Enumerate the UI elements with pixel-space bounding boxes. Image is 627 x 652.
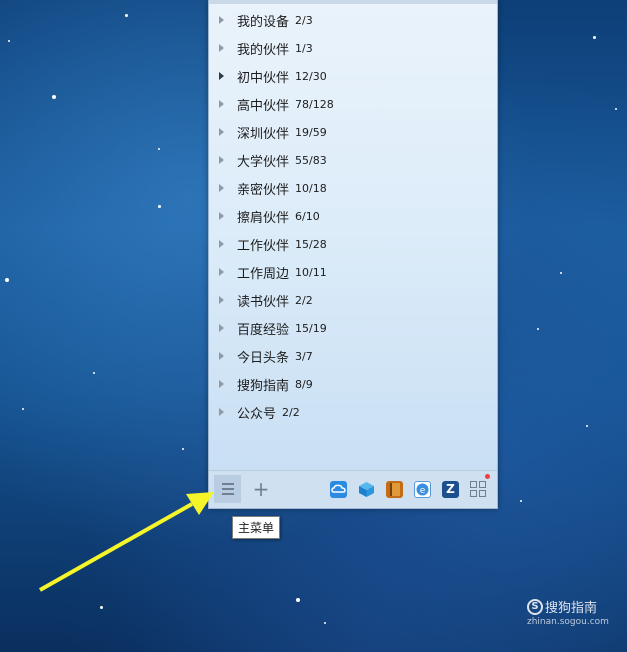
group-name: 擦肩伙伴 xyxy=(237,210,290,226)
panel-top-border xyxy=(209,0,497,4)
contact-group[interactable]: 大学伙伴 55/83 xyxy=(209,146,497,174)
expand-arrow-icon xyxy=(219,72,224,80)
star xyxy=(22,408,24,410)
plus-icon: + xyxy=(252,477,270,501)
contact-group[interactable]: 亲密伙伴 10/18 xyxy=(209,174,497,202)
star xyxy=(520,500,522,502)
cube-app-icon[interactable] xyxy=(358,481,375,498)
star xyxy=(5,278,9,282)
book-icon[interactable] xyxy=(386,481,403,498)
group-name: 高中伙伴 xyxy=(237,98,290,114)
main-menu-button[interactable] xyxy=(214,475,241,503)
contact-group[interactable]: 读书伙伴 2/2 xyxy=(209,286,497,314)
add-button[interactable]: + xyxy=(249,475,273,503)
star xyxy=(100,606,103,609)
contact-group[interactable]: 高中伙伴 78/128 xyxy=(209,90,497,118)
star xyxy=(615,108,617,110)
group-name: 初中伙伴 xyxy=(237,70,290,86)
notification-dot xyxy=(485,474,490,479)
star xyxy=(593,36,596,39)
group-count: 10/11 xyxy=(295,265,327,279)
group-name: 亲密伙伴 xyxy=(237,182,290,198)
star xyxy=(8,40,10,42)
group-count: 15/19 xyxy=(295,321,327,335)
contact-group[interactable]: 深圳伙伴 19/59 xyxy=(209,118,497,146)
expand-arrow-icon xyxy=(219,380,224,388)
bottom-toolbar: + e Z xyxy=(209,470,497,508)
contact-group[interactable]: 今日头条 3/7 xyxy=(209,342,497,370)
star xyxy=(125,14,128,17)
expand-arrow-icon xyxy=(219,128,224,136)
watermark-url: zhinan.sogou.com xyxy=(527,617,609,627)
contact-panel: 我的设备 2/3 我的伙伴 1/3 初中伙伴 12/30 高中伙伴 78/128 深圳伙伴 19/… xyxy=(208,0,498,509)
group-count: 2/2 xyxy=(282,405,300,419)
group-count: 19/59 xyxy=(295,125,327,139)
group-name: 大学伙伴 xyxy=(237,154,290,170)
expand-arrow-icon xyxy=(219,100,224,108)
group-name: 搜狗指南 xyxy=(237,378,290,394)
z-app-icon[interactable]: Z xyxy=(442,481,459,498)
group-name: 读书伙伴 xyxy=(237,294,290,310)
browser-icon[interactable]: e xyxy=(414,481,431,498)
star xyxy=(560,272,562,274)
group-count: 3/7 xyxy=(295,349,313,363)
star xyxy=(52,95,56,99)
group-count: 78/128 xyxy=(295,97,334,111)
expand-arrow-icon xyxy=(219,156,224,164)
main-menu-tooltip: 主菜单 xyxy=(232,516,281,539)
expand-arrow-icon xyxy=(219,240,224,248)
group-count: 12/30 xyxy=(295,69,327,83)
star xyxy=(537,328,539,330)
group-name: 公众号 xyxy=(237,406,277,422)
star xyxy=(182,448,184,450)
expand-arrow-icon xyxy=(219,212,224,220)
contact-group[interactable]: 我的伙伴 1/3 xyxy=(209,34,497,62)
star xyxy=(158,148,160,150)
contact-group[interactable]: 工作伙伴 15/28 xyxy=(209,230,497,258)
group-name: 深圳伙伴 xyxy=(237,126,290,142)
star xyxy=(586,425,588,427)
svg-text:e: e xyxy=(420,486,426,496)
group-count: 10/18 xyxy=(295,181,327,195)
group-count: 8/9 xyxy=(295,377,313,391)
contact-group[interactable]: 搜狗指南 8/9 xyxy=(209,370,497,398)
group-name: 工作周边 xyxy=(237,266,290,282)
star xyxy=(93,372,95,374)
group-count: 1/3 xyxy=(295,41,313,55)
expand-arrow-icon xyxy=(219,408,224,416)
group-name: 百度经验 xyxy=(237,322,290,338)
expand-arrow-icon xyxy=(219,184,224,192)
hamburger-menu-icon xyxy=(221,483,234,485)
expand-arrow-icon xyxy=(219,296,224,304)
group-name: 我的伙伴 xyxy=(237,42,290,58)
group-list: 我的设备 2/3 我的伙伴 1/3 初中伙伴 12/30 高中伙伴 78/128 深圳伙伴 19/… xyxy=(209,6,497,426)
group-count: 2/2 xyxy=(295,293,313,307)
cloud-drive-icon[interactable] xyxy=(330,481,347,498)
contact-group[interactable]: 工作周边 10/11 xyxy=(209,258,497,286)
expand-arrow-icon xyxy=(219,324,224,332)
expand-arrow-icon xyxy=(219,352,224,360)
watermark-text: 搜狗指南 xyxy=(545,601,598,616)
sogou-logo-icon: S xyxy=(527,598,543,615)
group-name: 今日头条 xyxy=(237,350,290,366)
group-count: 55/83 xyxy=(295,153,327,167)
app-grid-icon[interactable] xyxy=(470,481,486,497)
contact-group[interactable]: 擦肩伙伴 6/10 xyxy=(209,202,497,230)
expand-arrow-icon xyxy=(219,268,224,276)
sogou-watermark: S 搜狗指南 zhinan.sogou.com xyxy=(527,596,609,627)
contact-group[interactable]: 百度经验 15/19 xyxy=(209,314,497,342)
group-name: 我的设备 xyxy=(237,14,290,30)
expand-arrow-icon xyxy=(219,44,224,52)
expand-arrow-icon xyxy=(219,16,224,24)
contact-group[interactable]: 我的设备 2/3 xyxy=(209,6,497,34)
star xyxy=(158,205,161,208)
contact-group[interactable]: 公众号 2/2 xyxy=(209,398,497,426)
group-count: 2/3 xyxy=(295,13,313,27)
star xyxy=(296,598,300,602)
contact-group[interactable]: 初中伙伴 12/30 xyxy=(209,62,497,90)
star xyxy=(324,622,326,624)
group-count: 6/10 xyxy=(295,209,320,223)
group-count: 15/28 xyxy=(295,237,327,251)
group-name: 工作伙伴 xyxy=(237,238,290,254)
